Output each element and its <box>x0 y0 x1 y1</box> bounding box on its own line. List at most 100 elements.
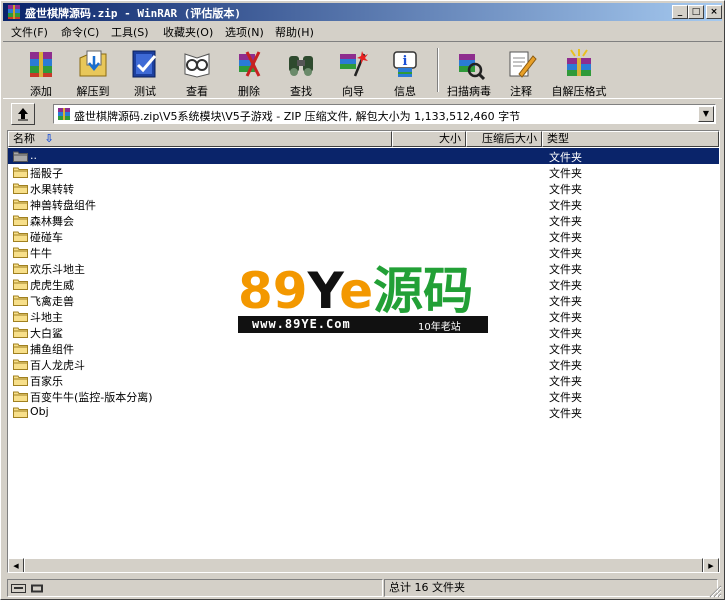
file-type: 文件夹 <box>549 407 582 420</box>
menu-command[interactable]: 命令(C) <box>61 24 99 40</box>
list-item[interactable]: 百变牛牛(监控-版本分离) 文件夹 <box>8 388 719 404</box>
menu-options[interactable]: 选项(N) <box>225 24 264 40</box>
address-bar[interactable]: 盛世棋牌源码.zip\V5系统模块\V5子游戏 - ZIP 压缩文件, 解包大小… <box>53 104 716 124</box>
menu-tools[interactable]: 工具(S) <box>111 24 149 40</box>
status-panel-right: 总计 16 文件夹 <box>384 579 718 597</box>
virus-scan-label: 扫描病毒 <box>447 85 491 98</box>
folder-icon <box>13 183 28 194</box>
delete-label: 删除 <box>238 85 260 98</box>
toolbar: 添加 解压到 测试 查看 删除 查找 向导 i 信息 扫描病毒 注释 自解压格式 <box>3 41 722 99</box>
file-type: 文件夹 <box>549 391 582 404</box>
window-title: 盛世棋牌源码.zip - WinRAR (评估版本) <box>25 7 241 20</box>
comment-icon <box>509 51 537 78</box>
file-type: 文件夹 <box>549 215 582 228</box>
info-label: 信息 <box>394 85 416 98</box>
wizard-button[interactable]: 向导 <box>329 46 377 98</box>
column-header-type[interactable]: 类型 <box>542 131 719 147</box>
folder-icon <box>13 199 28 210</box>
svg-text:i: i <box>403 54 408 69</box>
file-type: 文件夹 <box>549 231 582 244</box>
file-list[interactable]: 名称 ⇩ 大小 压缩后大小 类型 .. 文件夹 摇骰子 文件夹 水果转转 文件夹 神兽转盘组… <box>7 130 720 573</box>
column-header-size[interactable]: 大小 <box>392 131 466 147</box>
list-item[interactable]: 百家乐 文件夹 <box>8 372 719 388</box>
title-bar[interactable]: 盛世棋牌源码.zip - WinRAR (评估版本) _ □ × <box>3 3 722 21</box>
scroll-right-button[interactable]: ▶ <box>703 558 719 572</box>
add-label: 添加 <box>30 85 52 98</box>
add-button[interactable]: 添加 <box>17 46 65 98</box>
menu-help[interactable]: 帮助(H) <box>275 24 314 40</box>
test-label: 测试 <box>134 85 156 98</box>
find-button[interactable]: 查找 <box>277 46 325 98</box>
list-item[interactable]: 森林舞会 文件夹 <box>8 212 719 228</box>
comment-button[interactable]: 注释 <box>497 46 545 98</box>
view-button[interactable]: 查看 <box>173 46 221 98</box>
folder-icon <box>13 311 28 322</box>
file-type: 文件夹 <box>549 359 582 372</box>
status-bar: 总计 16 文件夹 <box>3 578 722 598</box>
menu-file[interactable]: 文件(F) <box>11 24 48 40</box>
list-item[interactable]: 百人龙虎斗 文件夹 <box>8 356 719 372</box>
info-icon: i <box>393 51 417 77</box>
watermark-brand: 89Ye源码 <box>238 264 473 319</box>
list-item[interactable]: 神兽转盘组件 文件夹 <box>8 196 719 212</box>
watermark-brand-number: 89 <box>238 262 308 320</box>
list-item[interactable]: 牛牛 文件夹 <box>8 244 719 260</box>
status-panel-left <box>7 579 383 597</box>
scroll-thumb[interactable] <box>24 558 703 572</box>
list-item[interactable]: 摇骰子 文件夹 <box>8 164 719 180</box>
resize-grip-icon[interactable] <box>708 584 722 598</box>
virus-scan-button[interactable]: 扫描病毒 <box>445 46 493 98</box>
file-type: 文件夹 <box>549 263 582 276</box>
address-dropdown-button[interactable]: ▼ <box>698 106 714 122</box>
delete-button[interactable]: 删除 <box>225 46 273 98</box>
view-icon <box>184 53 210 78</box>
winrar-app-icon <box>8 5 20 19</box>
file-type: 文件夹 <box>549 343 582 356</box>
file-name: 百变牛牛(监控-版本分离) <box>30 391 153 404</box>
file-name: .. <box>30 149 37 162</box>
maximize-button[interactable]: □ <box>688 5 704 19</box>
column-header-name[interactable]: 名称 ⇩ <box>8 131 392 147</box>
minimize-button[interactable]: _ <box>672 5 688 19</box>
folder-icon <box>13 167 28 178</box>
menu-favorites[interactable]: 收藏夹(O) <box>163 24 213 40</box>
up-one-level-button[interactable] <box>11 103 35 125</box>
file-type: 文件夹 <box>549 279 582 292</box>
folder-icon <box>13 359 28 370</box>
watermark-brand-e: e <box>339 262 374 320</box>
horizontal-scrollbar[interactable]: ◀ ▶ <box>8 558 719 572</box>
folder-icon <box>13 263 28 274</box>
file-name: 百人龙虎斗 <box>30 359 85 372</box>
archive-icon <box>58 108 70 120</box>
watermark-brand-y: Y <box>307 262 340 320</box>
list-header: 名称 ⇩ 大小 压缩后大小 类型 <box>8 131 719 147</box>
column-packed-label: 压缩后大小 <box>482 132 537 145</box>
winrar-window: 盛世棋牌源码.zip - WinRAR (评估版本) _ □ × 文件(F) 命… <box>0 0 725 600</box>
list-item[interactable]: 捕鱼组件 文件夹 <box>8 340 719 356</box>
list-item[interactable]: 水果转转 文件夹 <box>8 180 719 196</box>
extract-to-button[interactable]: 解压到 <box>69 46 117 98</box>
watermark-brand-chinese: 源码 <box>373 262 474 320</box>
test-button[interactable]: 测试 <box>121 46 169 98</box>
list-item[interactable]: Obj 文件夹 <box>8 404 719 420</box>
delete-icon <box>239 51 261 77</box>
folder-icon <box>13 215 28 226</box>
sfx-button[interactable]: 自解压格式 <box>552 46 607 98</box>
file-type: 文件夹 <box>549 311 582 324</box>
folder-icon <box>13 375 28 386</box>
extract-to-icon <box>79 50 107 77</box>
file-name: 斗地主 <box>30 311 63 324</box>
folder-icon <box>13 343 28 354</box>
list-item[interactable]: 碰碰车 文件夹 <box>8 228 719 244</box>
add-archive-icon <box>30 52 52 77</box>
wizard-icon <box>340 51 368 77</box>
column-header-packed[interactable]: 压缩后大小 <box>466 131 542 147</box>
close-button[interactable]: × <box>706 5 722 19</box>
folder-icon <box>13 391 28 402</box>
list-item[interactable]: .. 文件夹 <box>8 148 719 164</box>
scroll-left-button[interactable]: ◀ <box>8 558 24 572</box>
test-icon <box>132 50 157 78</box>
sfx-icon <box>567 49 591 76</box>
info-button[interactable]: i 信息 <box>381 46 429 98</box>
extract-to-label: 解压到 <box>76 85 110 98</box>
